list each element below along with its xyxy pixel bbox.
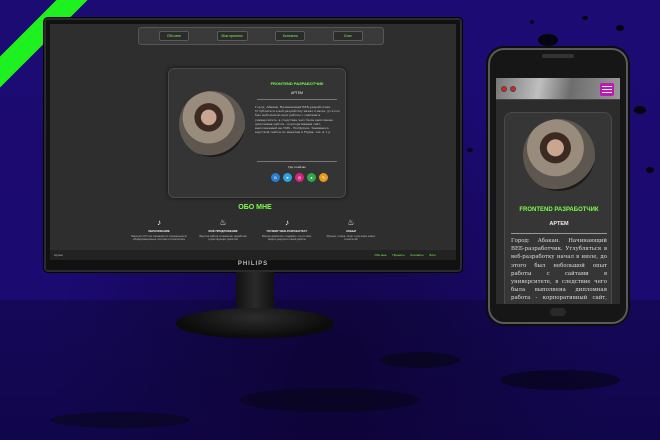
mobile-profile-card: FRONTEND РАЗРАБОТЧИК АРТЕМ Город: Абакан… — [504, 112, 612, 304]
github-icon[interactable]: ● — [307, 173, 316, 182]
feature-item: ♨ МОЁ ПРЕДЛОЖЕНИЕ Верстка сайтов по маке… — [194, 218, 252, 242]
footer-label: Артем — [54, 253, 63, 257]
phone-screen: FRONTEND РАЗРАБОТЧИК АРТЕМ Город: Абакан… — [496, 78, 620, 304]
profile-bio: Город: Абакан. Начинающий ВЕБ-разработчи… — [255, 105, 341, 135]
feature-title: МОЁ ПРЕДЛОЖЕНИЕ — [208, 229, 238, 233]
monitor-stand-base — [176, 308, 334, 338]
footer-link[interactable]: Обо мне — [375, 253, 387, 257]
phone-speaker — [542, 54, 574, 58]
record-dot-icon — [510, 86, 516, 92]
avatar — [523, 119, 595, 191]
menu-icon[interactable] — [600, 83, 614, 96]
home-button[interactable] — [550, 308, 566, 316]
telegram-icon[interactable]: ➤ — [283, 173, 292, 182]
footer-link[interactable]: Блог — [430, 253, 436, 257]
footer-link[interactable]: Контакты — [411, 253, 424, 257]
phone: FRONTEND РАЗРАБОТЧИК АРТЕМ Город: Абакан… — [488, 48, 628, 324]
instagram-icon[interactable]: ◎ — [295, 173, 304, 182]
footer-nav: Обо мне Проекты Контакты Блог — [375, 253, 436, 257]
monitor-screen: Обо мне Мои проекты Контакты Блог FRONTE… — [50, 24, 456, 260]
feature-desc: Всегда нравилось создавать что-то своё, … — [262, 235, 312, 242]
habr-icon[interactable]: ✎ — [319, 173, 328, 182]
profile-name: АРТЕМ — [549, 221, 569, 227]
profile-name: АРТЕМ — [291, 91, 303, 95]
feature-item: ♪ ОБРАЗОВАНИЕ Закончил ХГУ им. Катанова … — [130, 218, 188, 242]
vk-icon[interactable]: В — [271, 173, 280, 182]
feature-item: ♨ ХОББИ Музыка, гитара, спорт и изучение… — [322, 218, 380, 242]
feature-item: ♪ ПОЧЕМУ WEB-РАЗРАБОТКА? Всегда нравилос… — [258, 218, 316, 242]
divider — [511, 233, 607, 234]
feature-title: ОБРАЗОВАНИЕ — [148, 229, 170, 233]
monitor: Обо мне Мои проекты Контакты Блог FRONTE… — [44, 18, 462, 272]
site-nav: Обо мне Мои проекты Контакты Блог — [138, 27, 384, 45]
avatar — [179, 91, 245, 157]
footer-link[interactable]: Проекты — [393, 253, 405, 257]
about-title: ОБО МНЕ — [238, 204, 272, 211]
monitor-brand: PHILIPS — [237, 261, 269, 267]
nav-item-about[interactable]: Обо мне — [158, 31, 189, 41]
feature-desc: Музыка, гитара, спорт и изучение новых т… — [326, 235, 376, 242]
profile-bio: Город: Абакан. Начинающий ВЕБ-разработчи… — [511, 238, 607, 304]
nav-item-contacts[interactable]: Контакты — [275, 31, 306, 41]
nav-item-blog[interactable]: Блог — [333, 31, 364, 41]
social-links: В ➤ ◎ ● ✎ — [271, 173, 328, 182]
profile-role: FRONTEND РАЗРАБОТЧИК — [519, 207, 599, 213]
fire-icon: ♨ — [219, 218, 227, 227]
feature-desc: Закончил ХГУ им. Катанова по специальнос… — [131, 235, 187, 242]
profile-card: FRONTEND РАЗРАБОТЧИК АРТЕМ Город: Абакан… — [168, 68, 346, 198]
divider — [257, 161, 337, 162]
feature-title: ПОЧЕМУ WEB-РАЗРАБОТКА? — [266, 229, 308, 233]
fire-icon: ♨ — [347, 218, 355, 227]
mobile-header — [496, 78, 620, 100]
feature-desc: Верстка сайтов по макетам, доработка сущ… — [199, 235, 247, 242]
profile-role: FRONTEND РАЗРАБОТЧИК — [270, 81, 324, 86]
divider — [257, 99, 337, 100]
features-list: ♪ ОБРАЗОВАНИЕ Закончил ХГУ им. Катанова … — [130, 218, 380, 242]
nav-item-projects[interactable]: Мои проекты — [216, 31, 248, 41]
contacts-label: Где я сейчас — [288, 165, 306, 169]
guitar-icon: ♪ — [157, 218, 161, 227]
feature-title: ХОББИ — [346, 229, 356, 233]
record-dot-icon — [501, 86, 507, 92]
guitar-icon: ♪ — [285, 218, 289, 227]
